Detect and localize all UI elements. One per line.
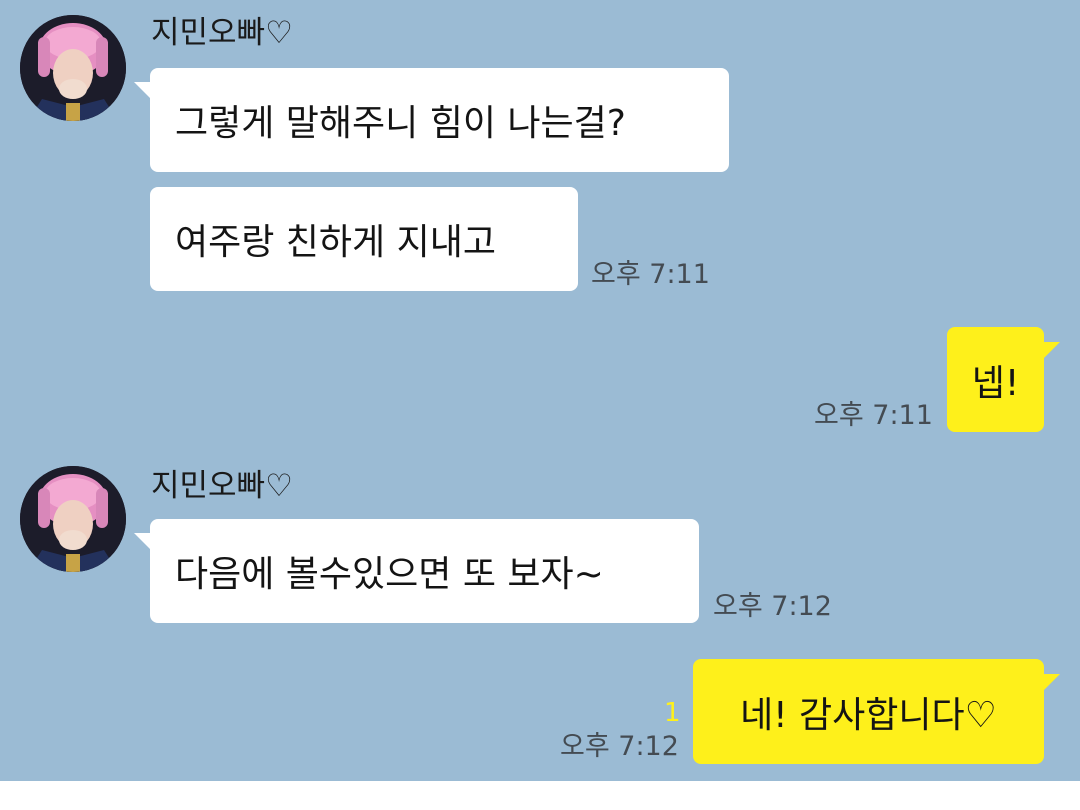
incoming-message-bubble[interactable]: 다음에 볼수있으면 또 보자~ [150, 519, 699, 623]
message-timestamp: 오후 7:11 [591, 259, 710, 290]
message-timestamp: 오후 7:11 [814, 400, 933, 431]
unread-count: 1 [664, 698, 681, 728]
message-timestamp: 오후 7:12 [560, 731, 679, 762]
bubble-tail [1042, 342, 1060, 360]
message-text: 넵! [971, 362, 1020, 404]
message-text: 다음에 볼수있으면 또 보자~ [175, 554, 604, 595]
outgoing-message-bubble[interactable]: 네! 감사합니다♡ [693, 659, 1044, 764]
message-timestamp: 오후 7:12 [713, 591, 832, 622]
bottom-bar [0, 781, 1080, 810]
message-text: 그렇게 말해주니 힘이 나는걸? [175, 103, 626, 144]
avatar-photo-icon [20, 15, 126, 121]
sender-avatar[interactable] [20, 15, 126, 121]
message-text: 네! 감사합니다♡ [740, 694, 997, 736]
bubble-tail [1042, 674, 1060, 692]
chat-room: 지민오빠♡ 그렇게 말해주니 힘이 나는걸? 여주랑 친하게 지내고 오후 7:… [0, 0, 1080, 781]
incoming-message-bubble[interactable]: 여주랑 친하게 지내고 [150, 187, 578, 291]
sender-name: 지민오빠♡ [151, 468, 293, 504]
sender-name: 지민오빠♡ [151, 15, 293, 51]
sender-avatar[interactable] [20, 466, 126, 572]
outgoing-message-bubble[interactable]: 넵! [947, 327, 1044, 432]
incoming-message-bubble[interactable]: 그렇게 말해주니 힘이 나는걸? [150, 68, 729, 172]
avatar-photo-icon [20, 466, 126, 572]
message-text: 여주랑 친하게 지내고 [175, 222, 496, 263]
